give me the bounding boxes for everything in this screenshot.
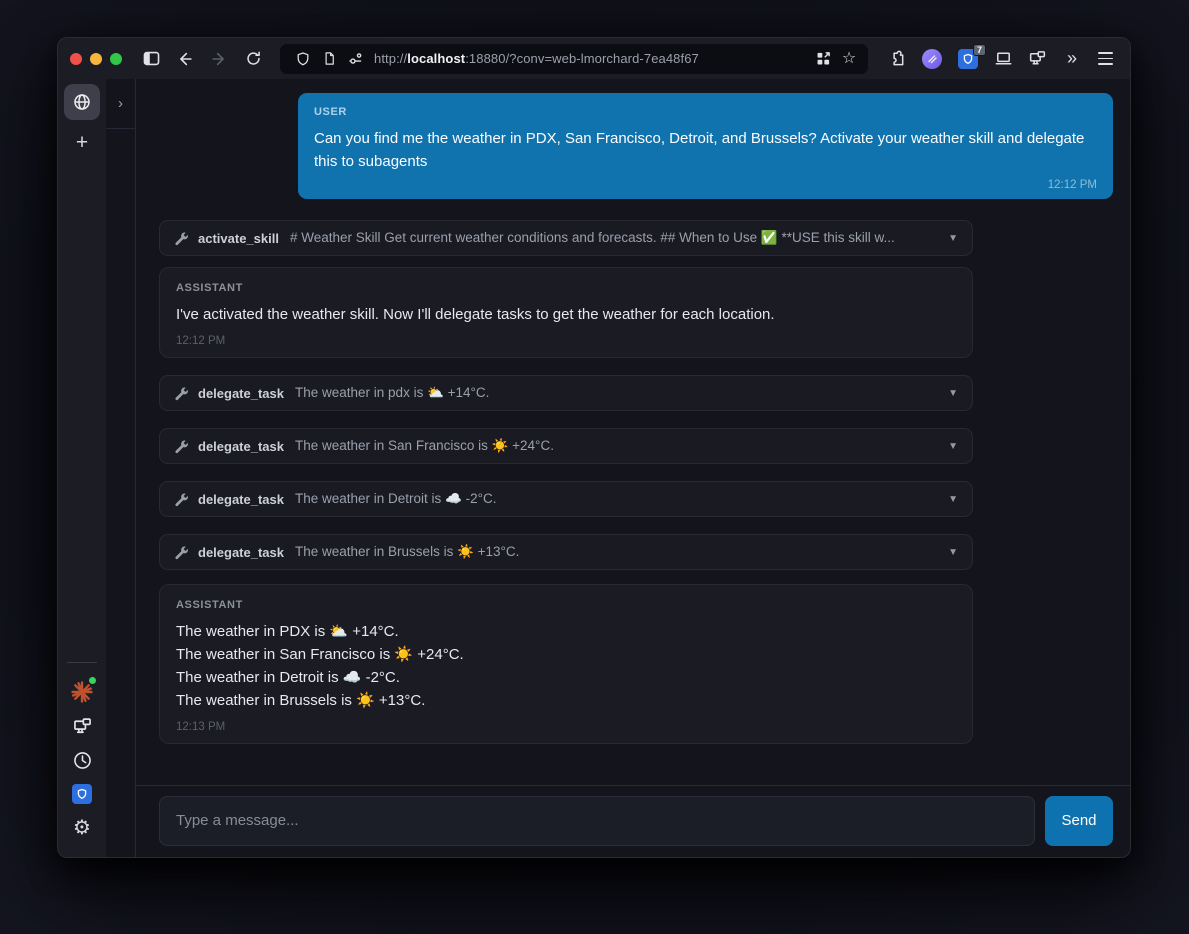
extensions-puzzle-icon[interactable] xyxy=(880,45,912,73)
assistant-weather-line: The weather in Detroit is ☁️ -2°C. xyxy=(176,666,956,689)
message-input[interactable] xyxy=(159,796,1035,846)
new-tab-button[interactable]: + xyxy=(64,128,100,158)
tool-call-row-delegate-task[interactable]: delegate_task The weather in San Francis… xyxy=(159,428,973,464)
send-button[interactable]: Send xyxy=(1045,796,1113,846)
close-window-button[interactable] xyxy=(70,53,82,65)
window-controls xyxy=(70,53,122,65)
message-timestamp: 12:13 PM xyxy=(176,721,956,733)
tracking-shield-icon[interactable] xyxy=(290,45,316,73)
chevron-down-icon: ▼ xyxy=(948,547,958,558)
tool-result-preview: The weather in pdx is ⛅ +14°C. xyxy=(295,385,931,401)
expand-panel-button[interactable]: › xyxy=(106,79,135,129)
permissions-toggle-icon[interactable] xyxy=(342,45,368,73)
zoom-window-button[interactable] xyxy=(110,53,122,65)
password-manager-shield-icon[interactable] xyxy=(64,777,100,811)
collapsed-sidebar-panel: › xyxy=(106,79,136,857)
message-role-label: ASSISTANT xyxy=(176,599,956,611)
forward-icon[interactable] xyxy=(204,45,234,73)
password-manager-extension-icon[interactable]: 7 xyxy=(952,45,984,73)
clipper-extension-icon[interactable] xyxy=(916,45,948,73)
split-view-icon[interactable] xyxy=(810,45,836,73)
reload-icon[interactable] xyxy=(238,45,268,73)
assistant-weather-line: The weather in PDX is ⛅ +14°C. xyxy=(176,620,956,643)
chevron-down-icon: ▼ xyxy=(948,441,958,452)
tool-call-row-activate-skill[interactable]: activate_skill # Weather Skill Get curre… xyxy=(159,220,973,256)
wrench-icon xyxy=(174,545,189,560)
tool-result-preview: The weather in San Francisco is ☀️ +24°C… xyxy=(295,438,931,454)
chevron-down-icon: ▼ xyxy=(948,494,958,505)
message-timestamp: 12:12 PM xyxy=(176,335,956,347)
assistant-starburst-icon[interactable] xyxy=(64,675,100,709)
assistant-weather-line: The weather in San Francisco is ☀️ +24°C… xyxy=(176,643,956,666)
message-timestamp: 12:12 PM xyxy=(314,179,1097,191)
menu-hamburger-icon[interactable] xyxy=(1090,45,1120,73)
tool-name: delegate_task xyxy=(198,386,284,401)
bookmark-star-icon[interactable]: ☆ xyxy=(836,45,862,73)
chat-message-list[interactable]: USER Can you find me the weather in PDX,… xyxy=(136,79,1130,785)
tool-call-row-delegate-task[interactable]: delegate_task The weather in Brussels is… xyxy=(159,534,973,570)
url-host: localhost xyxy=(407,51,465,66)
browser-toolbar: http://localhost:18880/?conv=web-lmorcha… xyxy=(58,38,1130,79)
assistant-weather-line: The weather in Brussels is ☀️ +13°C. xyxy=(176,689,956,712)
tool-name: delegate_task xyxy=(198,492,284,507)
chat-main: USER Can you find me the weather in PDX,… xyxy=(136,79,1130,857)
user-message-bubble: USER Can you find me the weather in PDX,… xyxy=(298,93,1113,199)
tabstrip-divider xyxy=(67,662,97,663)
message-role-label: ASSISTANT xyxy=(176,282,956,294)
assistant-message-card: ASSISTANT I've activated the weather ski… xyxy=(159,267,973,358)
back-icon[interactable] xyxy=(170,45,200,73)
extension-count-badge: 7 xyxy=(973,44,986,56)
url-bar[interactable]: http://localhost:18880/?conv=web-lmorcha… xyxy=(280,44,868,74)
message-composer: Send xyxy=(136,785,1130,857)
sidebar-toggle-icon[interactable] xyxy=(136,45,166,73)
tool-name: delegate_task xyxy=(198,545,284,560)
minimize-window-button[interactable] xyxy=(90,53,102,65)
tool-call-row-delegate-task[interactable]: delegate_task The weather in pdx is ⛅ +1… xyxy=(159,375,973,411)
browser-window: http://localhost:18880/?conv=web-lmorcha… xyxy=(57,37,1131,858)
wrench-icon xyxy=(174,492,189,507)
remote-agent-icon[interactable] xyxy=(64,709,100,743)
toolbar-overflow-icon[interactable]: » xyxy=(1056,45,1086,73)
active-tab-globe-icon[interactable] xyxy=(64,84,100,120)
tool-call-row-delegate-task[interactable]: delegate_task The weather in Detroit is … xyxy=(159,481,973,517)
wrench-icon xyxy=(174,386,189,401)
chevron-right-icon: › xyxy=(118,95,123,112)
desktop-background: http://localhost:18880/?conv=web-lmorcha… xyxy=(0,0,1189,934)
remote-devices-icon[interactable] xyxy=(1022,45,1052,73)
tool-result-preview: The weather in Detroit is ☁️ -2°C. xyxy=(295,491,931,507)
wrench-icon xyxy=(174,231,189,246)
laptop-icon[interactable] xyxy=(988,45,1018,73)
settings-gear-icon[interactable]: ⚙ xyxy=(64,811,100,845)
message-role-label: USER xyxy=(314,106,1097,118)
history-clock-icon[interactable] xyxy=(64,743,100,777)
assistant-message-text: I've activated the weather skill. Now I'… xyxy=(176,303,956,326)
tool-name: delegate_task xyxy=(198,439,284,454)
assistant-message-card: ASSISTANT The weather in PDX is ⛅ +14°C.… xyxy=(159,584,973,744)
url-text[interactable]: http://localhost:18880/?conv=web-lmorcha… xyxy=(374,51,810,66)
url-prefix: http:// xyxy=(374,51,407,66)
wrench-icon xyxy=(174,439,189,454)
tool-result-preview: # Weather Skill Get current weather cond… xyxy=(290,230,931,246)
chevron-down-icon: ▼ xyxy=(948,388,958,399)
page-info-icon[interactable] xyxy=(316,45,342,73)
chevron-down-icon: ▼ xyxy=(948,233,958,244)
url-path: :18880/?conv=web-lmorchard-7ea48f67 xyxy=(465,51,699,66)
status-online-dot xyxy=(89,677,96,684)
vertical-tab-strip: + ⚙ xyxy=(58,79,106,857)
tool-name: activate_skill xyxy=(198,231,279,246)
tool-result-preview: The weather in Brussels is ☀️ +13°C. xyxy=(295,544,931,560)
user-message-text: Can you find me the weather in PDX, San … xyxy=(314,127,1097,173)
clipper-extension-badge xyxy=(922,49,942,69)
